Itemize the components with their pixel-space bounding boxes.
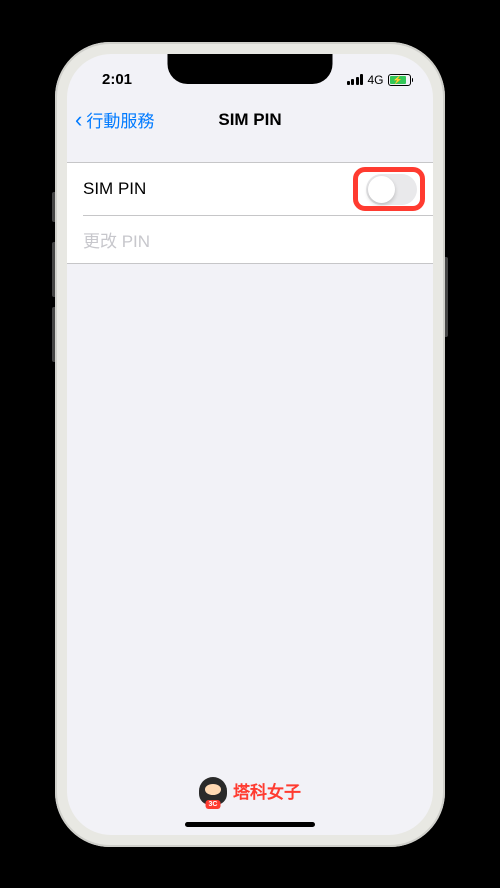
sim-pin-row: SIM PIN — [67, 163, 433, 216]
watermark-badge: 3C — [206, 800, 221, 809]
content: SIM PIN 更改 PIN — [67, 142, 433, 264]
page-title: SIM PIN — [218, 110, 281, 130]
watermark: 3C 塔科女子 — [199, 777, 301, 805]
home-indicator[interactable] — [185, 822, 315, 827]
change-pin-label: 更改 PIN — [83, 227, 150, 252]
navigation-bar: ‹ 行動服務 SIM PIN — [67, 98, 433, 142]
chevron-left-icon: ‹ — [75, 109, 82, 131]
mute-switch — [52, 192, 55, 222]
volume-up-button — [52, 242, 55, 297]
volume-down-button — [52, 307, 55, 362]
screen: 2:01 4G ⚡ — [67, 54, 433, 835]
network-type: 4G — [367, 73, 383, 87]
settings-group: SIM PIN 更改 PIN — [67, 162, 433, 264]
sim-pin-toggle[interactable] — [366, 174, 417, 205]
watermark-text: 塔科女子 — [233, 778, 301, 803]
watermark-avatar-icon: 3C — [199, 777, 227, 805]
toggle-knob — [368, 176, 395, 203]
back-label: 行動服務 — [86, 107, 154, 132]
notch — [168, 54, 333, 84]
sim-pin-label: SIM PIN — [83, 179, 146, 199]
signal-icon — [347, 74, 364, 85]
change-pin-row[interactable]: 更改 PIN — [67, 216, 433, 263]
status-indicators: 4G ⚡ — [347, 73, 413, 87]
status-time: 2:01 — [102, 71, 132, 88]
back-button[interactable]: ‹ 行動服務 — [75, 107, 154, 132]
power-button — [445, 257, 448, 337]
phone-frame: 2:01 4G ⚡ — [55, 42, 445, 847]
battery-icon: ⚡ — [388, 74, 414, 86]
